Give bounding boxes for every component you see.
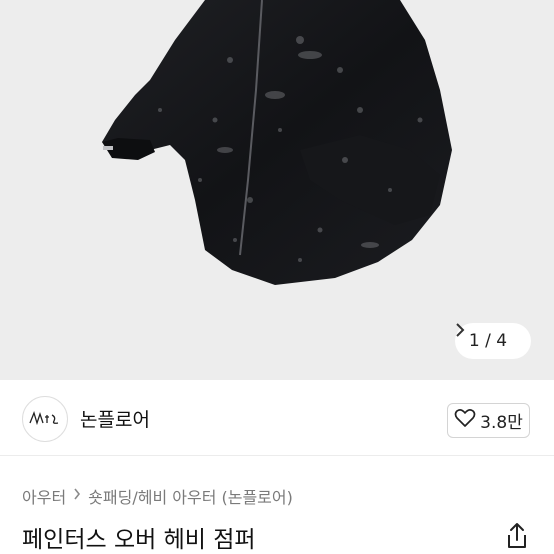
image-pager-button[interactable]: 1 / 4 [455,323,531,359]
share-icon [508,523,526,548]
like-count: 3.8만 [480,413,523,433]
share-button[interactable] [504,522,530,550]
like-button[interactable]: 3.8만 [447,403,530,438]
heart-outline-icon [454,408,476,433]
product-image-carousel[interactable]: 1 / 4 [0,0,554,380]
brand-logo-icon [29,411,59,426]
seller-row[interactable]: 논플로어 3.8만 [0,380,554,456]
product-title: 페인터스 오버 헤비 점퍼 [22,527,256,553]
breadcrumb-category[interactable]: 아우터 [22,484,66,508]
breadcrumb-subcategory[interactable]: 숏패딩/헤비 아우터 (논플로어) [88,484,293,508]
seller-avatar[interactable] [22,396,68,442]
chevron-right-icon [73,488,81,504]
breadcrumb: 아우터 숏패딩/헤비 아우터 (논플로어) [22,484,293,508]
seller-name[interactable]: 논플로어 [80,405,150,432]
image-index: 1 / 4 [468,331,508,351]
